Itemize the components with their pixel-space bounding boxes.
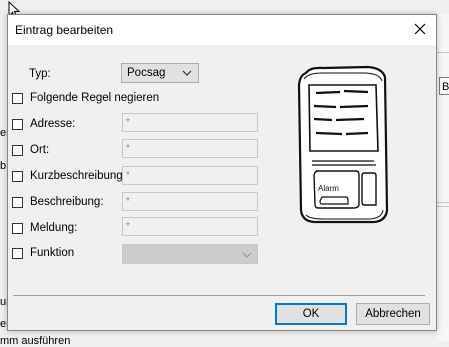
- negate-rule-label: Folgende Regel negieren: [30, 92, 160, 104]
- type-select-value: Pocsag: [127, 67, 166, 79]
- location-label: Ort:: [30, 144, 50, 156]
- type-select[interactable]: Pocsag: [121, 63, 199, 83]
- short-description-label: Kurzbeschreibung:: [30, 170, 126, 182]
- background-divider: [437, 52, 449, 53]
- function-select[interactable]: [122, 244, 258, 264]
- dialog-titlebar: Eintrag bearbeiten: [8, 15, 436, 45]
- background-text: b: [0, 160, 7, 172]
- negate-rule-checkbox[interactable]: [12, 93, 23, 104]
- chevron-down-icon: [242, 252, 252, 258]
- description-field[interactable]: *: [122, 192, 258, 211]
- close-icon[interactable]: [412, 21, 428, 37]
- ok-button[interactable]: OK: [275, 303, 347, 325]
- background-text: mm ausführen: [0, 335, 71, 347]
- background-right-panel: [437, 14, 449, 341]
- edit-entry-dialog: Eintrag bearbeiten Typ: Pocsag Folgende …: [7, 14, 437, 331]
- pager-alarm-text: Alarm: [318, 184, 339, 193]
- background-window: [0, 0, 449, 14]
- chevron-down-icon: [182, 70, 192, 76]
- dialog-title: Eintrag bearbeiten: [15, 23, 114, 37]
- address-checkbox[interactable]: [12, 119, 23, 130]
- function-label: Funktion: [30, 247, 75, 259]
- function-checkbox[interactable]: [12, 248, 23, 259]
- message-field[interactable]: *: [122, 217, 258, 236]
- background-divider: [437, 202, 449, 203]
- short-description-checkbox[interactable]: [12, 171, 23, 182]
- description-checkbox[interactable]: [12, 197, 23, 208]
- type-label: Typ:: [29, 68, 51, 80]
- pager-illustration: Alarm: [297, 65, 389, 224]
- location-field[interactable]: *: [122, 139, 258, 158]
- address-label: Adresse:: [30, 118, 76, 130]
- background-divider: [437, 206, 449, 207]
- button-separator: [13, 295, 425, 296]
- location-checkbox[interactable]: [12, 145, 23, 156]
- background-button[interactable]: B: [439, 77, 449, 95]
- address-field[interactable]: *: [122, 113, 258, 132]
- cancel-button[interactable]: Abbrechen: [356, 303, 430, 325]
- short-description-field[interactable]: *: [122, 166, 258, 185]
- description-label: Beschreibung:: [30, 196, 104, 208]
- message-checkbox[interactable]: [12, 223, 23, 234]
- message-label: Meldung:: [30, 222, 78, 234]
